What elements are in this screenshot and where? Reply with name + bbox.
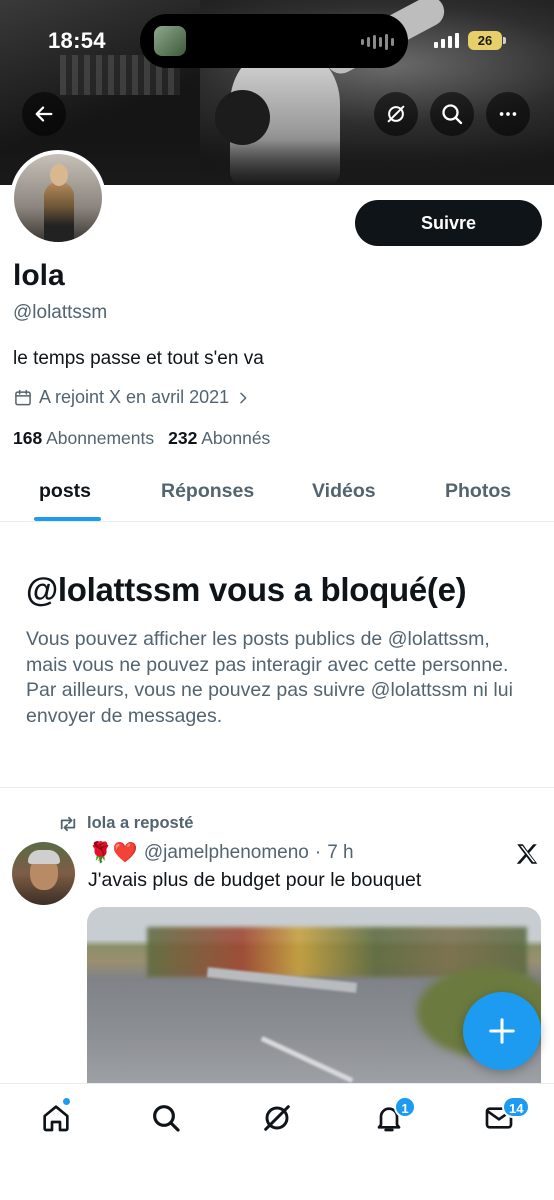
follow-counts: 168 Abonnements 232 Abonnés	[13, 428, 270, 449]
battery-indicator: 26	[468, 31, 502, 50]
repost-indicator[interactable]: lola a reposté	[57, 814, 193, 833]
home-icon	[43, 1105, 69, 1132]
x-logo-icon[interactable]	[514, 841, 540, 867]
dynamic-island[interactable]	[140, 14, 408, 68]
tweet-media-image[interactable]	[87, 907, 541, 1087]
tweet-text: J'avais plus de budget pour le bouquet	[88, 869, 422, 891]
follow-button[interactable]: Suivre	[355, 200, 542, 246]
tweet-separator: ·	[314, 841, 322, 863]
tab-replies[interactable]: Réponses	[161, 480, 254, 503]
banner-head	[215, 90, 270, 145]
blocked-title: @lolattssm vous a bloqué(e)	[26, 571, 467, 608]
repost-icon	[60, 816, 76, 831]
tab-photos[interactable]: Photos	[445, 480, 511, 503]
blocked-description: Vous pouvez afficher les posts publics d…	[26, 628, 513, 727]
profile-avatar[interactable]	[10, 150, 106, 246]
profile-tabs: posts Réponses Vidéos Photos	[0, 465, 554, 522]
plus-icon	[489, 1018, 515, 1044]
tab-videos[interactable]: Vidéos	[312, 480, 376, 503]
chevron-right-icon	[240, 392, 247, 403]
section-divider	[0, 787, 554, 788]
tweet-author-avatar[interactable]	[12, 842, 75, 905]
compose-button[interactable]	[463, 992, 541, 1070]
home-unread-dot	[62, 1097, 71, 1106]
nav-search[interactable]	[146, 1098, 186, 1138]
tweet-header: 🌹❤️ @jamelphenomeno · 7 h	[88, 840, 354, 865]
messages-badge: 14	[502, 1096, 531, 1118]
grok-button[interactable]	[374, 92, 418, 136]
tab-posts[interactable]: posts	[39, 480, 91, 503]
followers-label: Abonnés	[201, 428, 271, 448]
grok-icon	[387, 105, 405, 123]
search-button[interactable]	[430, 92, 474, 136]
profile-bio: le temps passe et tout s'en va	[13, 348, 264, 369]
back-arrow-icon	[35, 106, 53, 122]
battery-tip	[503, 37, 506, 44]
notifications-badge: 1	[394, 1096, 416, 1118]
active-tab-indicator	[34, 517, 101, 521]
repost-label: lola a reposté	[87, 814, 194, 832]
following-link[interactable]: 168 Abonnements	[13, 428, 154, 449]
status-time: 18:54	[48, 28, 106, 53]
nav-grok[interactable]	[257, 1098, 297, 1138]
followers-count: 232	[168, 428, 198, 448]
calendar-icon	[15, 389, 31, 405]
grok-nav-icon	[264, 1105, 290, 1131]
tweet-time[interactable]: 7 h	[327, 842, 353, 864]
more-button[interactable]	[486, 92, 530, 136]
avatar-head	[50, 164, 68, 186]
bottom-navigation: 1 14	[0, 1083, 554, 1200]
back-button[interactable]	[22, 92, 66, 136]
tweet-author-handle[interactable]: @jamelphenomeno	[144, 842, 309, 864]
avatar-body	[44, 182, 74, 242]
avatar-hair	[28, 850, 60, 864]
following-label: Abonnements	[46, 428, 155, 448]
profile-name: lola	[13, 259, 65, 292]
media-road-line	[260, 1036, 354, 1083]
audio-wave-icon	[361, 34, 394, 50]
author-display-name-emojis[interactable]: 🌹❤️	[88, 840, 138, 865]
following-count: 168	[13, 428, 43, 448]
joined-date-text: A rejoint X en avril 2021	[39, 387, 230, 407]
more-icon	[499, 112, 517, 116]
joined-date-row[interactable]: A rejoint X en avril 2021	[13, 387, 251, 408]
profile-handle: @lolattssm	[13, 302, 108, 323]
followers-link[interactable]: 232 Abonnés	[168, 428, 270, 449]
search-nav-icon	[153, 1105, 180, 1132]
now-playing-thumbnail	[154, 26, 186, 56]
search-icon	[442, 104, 463, 125]
cell-signal-icon	[434, 33, 459, 48]
